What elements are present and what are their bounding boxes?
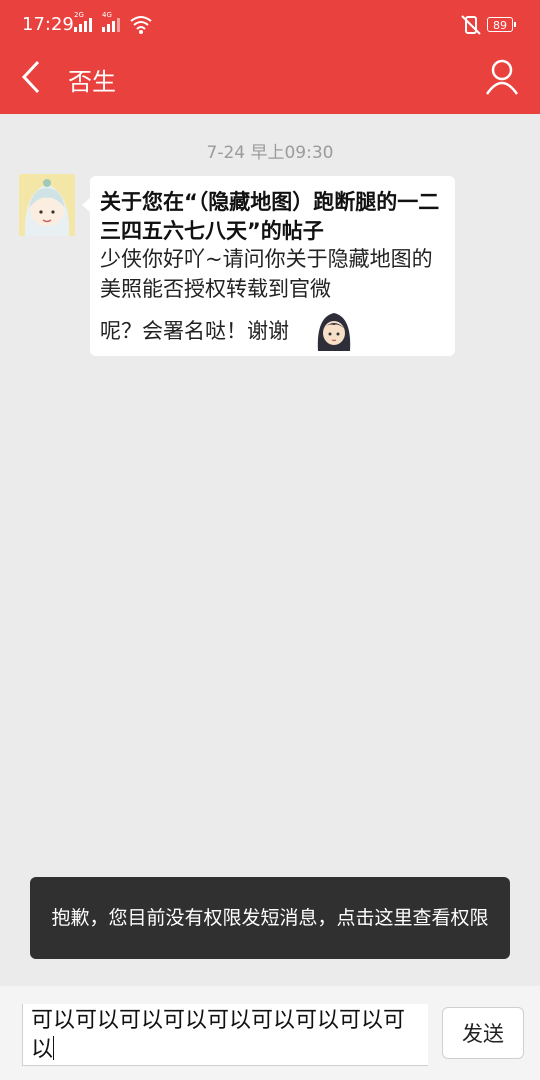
message-title: 关于您在“（隐藏地图）跑断腿的一二三四五六七八天”的帖子: [100, 190, 440, 243]
vibrate-mute-icon: [461, 15, 481, 35]
message-timestamp: 7-24 早上09:30: [206, 143, 334, 163]
toast-text: 抱歉，您目前没有权限发短消息，点击这里查看权限: [51, 907, 489, 929]
top-bar: 17:29 2G 4G 89 否生: [0, 0, 540, 114]
status-bar: 17:29 2G 4G 89: [0, 0, 540, 50]
battery-indicator: 89: [487, 17, 516, 32]
message-bubble[interactable]: 关于您在“（隐藏地图）跑断腿的一二三四五六七八天”的帖子 少侠你好吖~请问你关于…: [82, 176, 455, 356]
status-time: 17:29: [22, 14, 74, 35]
sticker-icon: [317, 313, 351, 351]
text-caret: [53, 1036, 55, 1060]
permission-toast[interactable]: 抱歉，您目前没有权限发短消息，点击这里查看权限: [30, 877, 510, 959]
wifi-icon: [130, 16, 152, 34]
back-icon[interactable]: [18, 58, 46, 96]
avatar[interactable]: [19, 174, 75, 236]
message-body-end: 呢？会署名哒！谢谢: [100, 319, 289, 343]
user-icon[interactable]: [484, 58, 520, 96]
send-button[interactable]: 发送: [442, 1007, 524, 1059]
input-text: 可以可以可以可以可以可以可以可以可以: [31, 1008, 406, 1062]
message-body: 少侠你好吖~请问你关于隐藏地图的美照能否授权转载到官微: [100, 247, 433, 301]
signal-icon-sim1: 2G: [74, 12, 92, 32]
message-input[interactable]: 可以可以可以可以可以可以可以可以可以: [22, 1004, 428, 1066]
signal-icon-sim2: 4G: [102, 12, 120, 32]
page-title: 否生: [68, 68, 116, 96]
